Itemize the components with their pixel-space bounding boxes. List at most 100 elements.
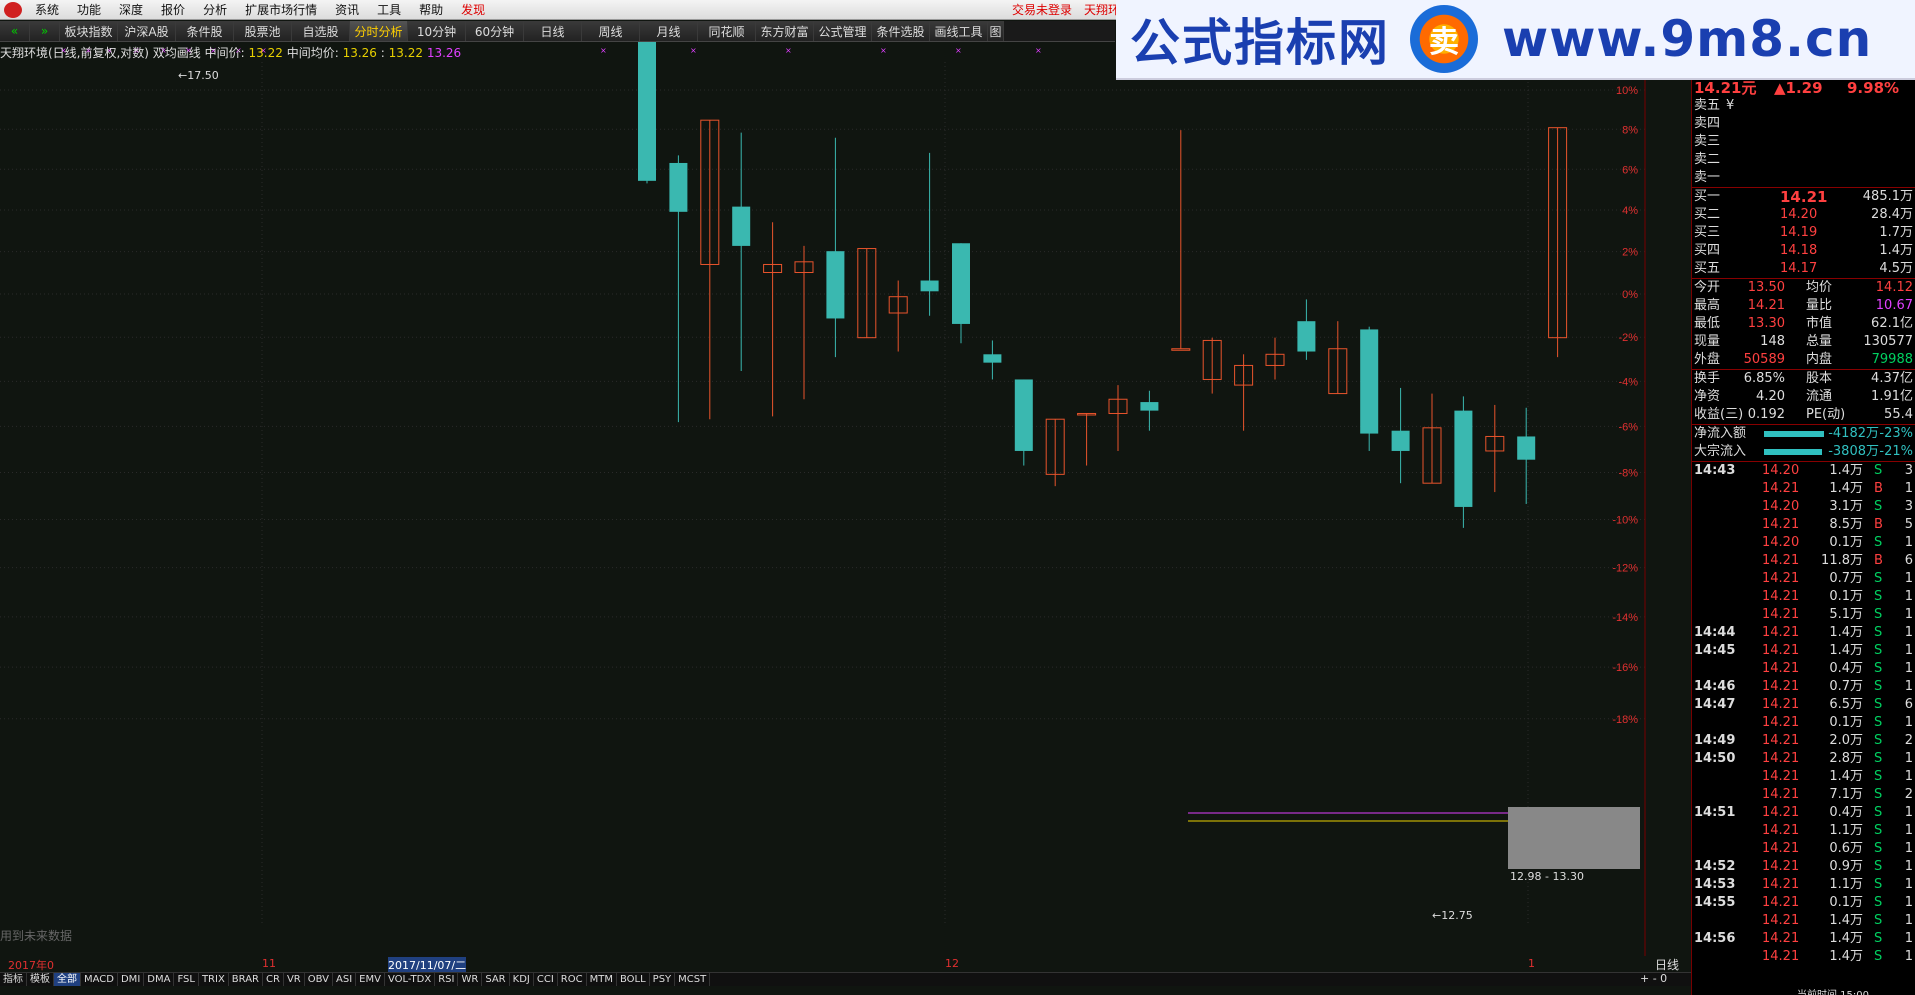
tick-row: 14.21 8.5万 B 5 <box>1692 516 1915 534</box>
indicator-tab[interactable]: MTM <box>587 973 617 986</box>
nav-tab[interactable]: 条件股 <box>176 21 234 41</box>
forward-arrow-icon[interactable]: » <box>30 21 60 41</box>
menu-item[interactable]: 报价 <box>152 1 194 19</box>
menu-item[interactable]: 深度 <box>110 1 152 19</box>
y-tick-label: 4% <box>1622 205 1638 217</box>
nav-tab[interactable]: 东方财富 <box>756 21 814 41</box>
flow-pct: -23% <box>1879 426 1913 441</box>
tick-row: 14.21 1.1万 S 1 <box>1692 822 1915 840</box>
candle <box>1140 390 1159 431</box>
menu-item-discover[interactable]: 发现 <box>452 1 494 19</box>
menu-item[interactable]: 帮助 <box>410 1 452 19</box>
nav-tab[interactable]: 图 <box>988 21 1004 41</box>
indicator-tab[interactable]: MCST <box>675 973 711 986</box>
menu-item[interactable]: 功能 <box>68 1 110 19</box>
trade-status[interactable]: 交易未登录 <box>1012 1 1072 18</box>
candle <box>763 222 783 417</box>
indicator-tab[interactable]: KDJ <box>510 973 534 986</box>
tick-row: 14.21 0.7万 S 1 <box>1692 570 1915 588</box>
tick-volume: 7.1万 <box>1829 787 1863 802</box>
sell-row: 卖三 <box>1692 133 1915 151</box>
tick-row: 14.21 1.4万 S 1 <box>1692 948 1915 966</box>
nav-tab[interactable]: 自选股 <box>292 21 350 41</box>
nav-tab[interactable]: 画线工具 <box>930 21 988 41</box>
nav-tab[interactable]: 日线 <box>524 21 582 41</box>
flow-row: 大宗流入 -3808万 -21% <box>1692 443 1915 461</box>
status-time: 当前时间 15:00 <box>1797 986 1869 995</box>
tick-count: 6 <box>1904 697 1913 712</box>
indicator-tab[interactable]: FSL <box>174 973 199 986</box>
candle <box>794 245 814 400</box>
indicator-tab[interactable]: OBV <box>305 973 333 986</box>
nav-tab[interactable]: 股票池 <box>234 21 292 41</box>
indicator-tab[interactable]: MACD <box>81 973 118 986</box>
indicator-tab[interactable]: DMA <box>144 973 175 986</box>
stat-value: 4.37亿 <box>1871 371 1913 386</box>
period-label[interactable]: 日线 <box>1655 956 1679 973</box>
indicator-tab[interactable]: WR <box>458 973 483 986</box>
tick-price: 14.21 <box>1762 787 1800 802</box>
nav-tab[interactable]: 周线 <box>582 21 640 41</box>
indicator-tab[interactable]: PSY <box>650 973 676 986</box>
signal-marker: × <box>690 46 697 55</box>
tick-volume: 1.1万 <box>1829 823 1863 838</box>
nav-tab[interactable]: 分时分析 <box>350 21 408 41</box>
tick-time: 14:49 <box>1694 733 1736 748</box>
stat-label: 外盘 <box>1694 352 1721 367</box>
y-tick-label: 2% <box>1622 247 1638 259</box>
indicator-tab[interactable]: DMI <box>118 973 145 986</box>
indicator-tab[interactable]: VR <box>284 973 305 986</box>
indicator-tab[interactable]: VOL-TDX <box>385 973 436 986</box>
watermark-url: www.9m8.cn <box>1502 10 1873 68</box>
stat-value: 13.30 <box>1747 316 1785 331</box>
nav-tab[interactable]: 条件选股 <box>872 21 930 41</box>
nav-tab[interactable]: 公式管理 <box>814 21 872 41</box>
tick-price: 14.21 <box>1762 751 1800 766</box>
sell-label: 卖二 <box>1694 152 1721 167</box>
menu-item[interactable]: 分析 <box>194 1 236 19</box>
tick-count: 2 <box>1904 733 1913 748</box>
menu-item[interactable]: 系统 <box>26 1 68 19</box>
tick-bs: S <box>1874 715 1883 730</box>
indicator-tab[interactable]: 模板 <box>27 973 54 986</box>
indicator-tab[interactable]: ASI <box>333 973 357 986</box>
range-box <box>1508 807 1640 869</box>
sell-price: ¥ <box>1726 98 1735 113</box>
indicator-tab[interactable]: CR <box>263 973 284 986</box>
menu-item[interactable]: 工具 <box>368 1 410 19</box>
indicator-tab[interactable]: TRIX <box>199 973 229 986</box>
tick-price: 14.21 <box>1762 823 1800 838</box>
indicator-tab[interactable]: CCI <box>534 973 558 986</box>
tick-volume: 1.4万 <box>1829 913 1863 928</box>
indicator-tab[interactable]: ROC <box>558 973 587 986</box>
tick-price: 14.21 <box>1762 931 1800 946</box>
candle <box>857 248 877 339</box>
zoom-controls[interactable]: + - 0 <box>1640 972 1667 985</box>
back-arrow-icon[interactable]: « <box>0 21 30 41</box>
nav-tab[interactable]: 10分钟 <box>408 21 466 41</box>
candlestick-chart[interactable]: 10% 8% 6% 4% 2% 0% -2% -4% -6% -8% -10% -12% -14% -16… <box>0 42 1691 956</box>
tick-row: 14:49 14.21 2.0万 S 2 <box>1692 732 1915 750</box>
tick-bs: S <box>1874 607 1883 622</box>
indicator-tab[interactable]: BRAR <box>229 973 263 986</box>
buy-price: 14.18 <box>1780 243 1818 258</box>
indicator-tab[interactable]: SAR <box>482 973 510 986</box>
nav-tab[interactable]: 同花顺 <box>698 21 756 41</box>
nav-tab[interactable]: 60分钟 <box>466 21 524 41</box>
indicator-tab[interactable]: 全部 <box>54 973 81 986</box>
y-tick-label: 10% <box>1616 85 1638 97</box>
indicator-tab[interactable]: 指标 <box>0 973 27 986</box>
nav-tab[interactable]: 沪深A股 <box>118 21 176 41</box>
indicator-tab[interactable]: RSI <box>435 973 459 986</box>
nav-tab[interactable]: 板块指数 <box>60 21 118 41</box>
nav-tab[interactable]: 月线 <box>640 21 698 41</box>
menu-item[interactable]: 扩展市场行情 <box>236 1 326 19</box>
candle <box>732 132 751 372</box>
menu-item[interactable]: 资讯 <box>326 1 368 19</box>
indicator-tab[interactable]: BOLL <box>617 973 650 986</box>
y-tick-label: -4% <box>1618 376 1638 388</box>
tick-price: 14.21 <box>1762 571 1800 586</box>
y-tick-label: -14% <box>1612 612 1638 624</box>
indicator-tab[interactable]: EMV <box>356 973 385 986</box>
stat-label: 现量 <box>1694 334 1721 349</box>
